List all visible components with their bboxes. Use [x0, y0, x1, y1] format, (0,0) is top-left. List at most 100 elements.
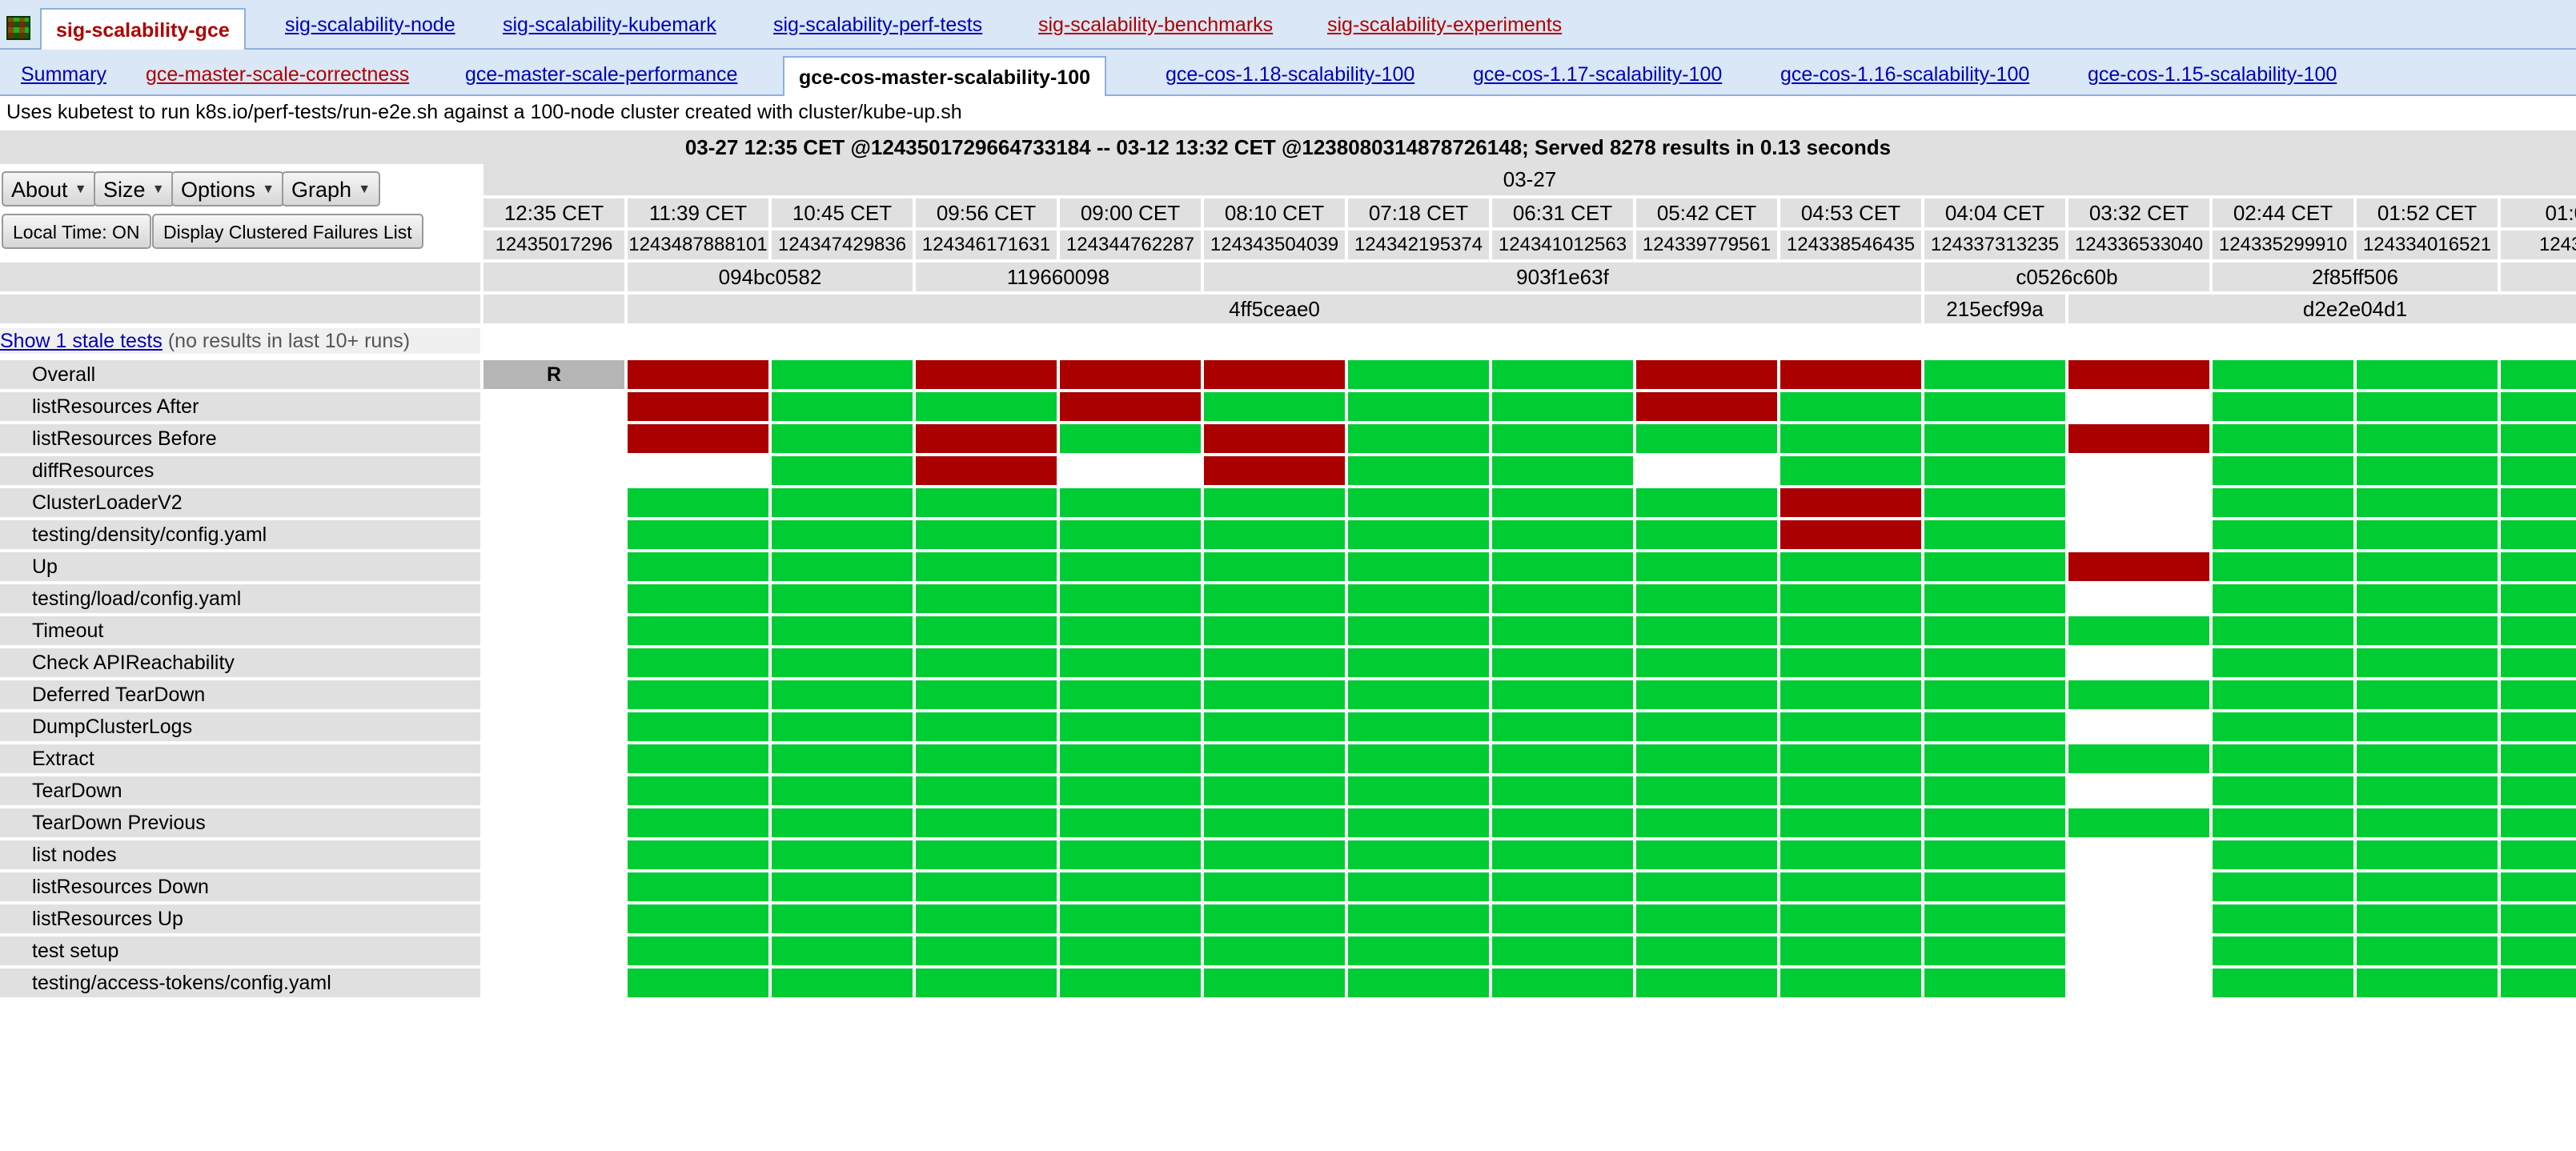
test-result-pass[interactable] — [1060, 808, 1201, 837]
test-result-pass[interactable] — [1204, 904, 1345, 933]
test-name[interactable]: Deferred TearDown — [0, 680, 480, 709]
test-result-pass[interactable] — [2213, 360, 2353, 389]
test-result-pass[interactable] — [1060, 744, 1201, 773]
test-result-fail[interactable] — [1204, 456, 1345, 485]
test-result-pass[interactable] — [1780, 776, 1921, 805]
test-result-pass[interactable] — [2501, 969, 2576, 997]
test-result-pass[interactable] — [2357, 776, 2498, 805]
test-result-pass[interactable] — [1204, 616, 1345, 645]
test-result-pass[interactable] — [2357, 552, 2498, 581]
test-result-pass[interactable] — [1060, 616, 1201, 645]
test-name[interactable]: test setup — [0, 936, 480, 965]
test-result-pass[interactable] — [2213, 520, 2353, 549]
test-result-pass[interactable] — [772, 456, 913, 485]
dashboard-tab-gce-cos-1.15-scalability-100[interactable]: gce-cos-1.15-scalability-100 — [2088, 63, 2337, 86]
local-time-toggle[interactable]: Local Time: ON — [2, 214, 151, 249]
test-result-pass[interactable] — [772, 840, 913, 869]
test-result-pass[interactable] — [1492, 776, 1633, 805]
options-menu[interactable]: Options ▼ — [171, 171, 285, 207]
test-result-pass[interactable] — [1636, 552, 1777, 581]
test-result-pass[interactable] — [1348, 776, 1489, 805]
column-build-id[interactable]: 12435017296 — [484, 231, 624, 259]
test-result-pass[interactable] — [916, 969, 1057, 997]
test-result-fail[interactable] — [1780, 520, 1921, 549]
test-result-pass[interactable] — [2501, 424, 2576, 453]
test-result-pass[interactable] — [1924, 840, 2065, 869]
test-result-pass[interactable] — [1204, 520, 1345, 549]
test-result-pass[interactable] — [2213, 392, 2353, 421]
test-result-pass[interactable] — [2213, 776, 2353, 805]
test-name[interactable]: testing/load/config.yaml — [0, 584, 480, 613]
test-result-pass[interactable] — [1636, 584, 1777, 613]
test-result-pass[interactable] — [2501, 648, 2576, 677]
test-result-pass[interactable] — [1348, 488, 1489, 517]
test-result-pass[interactable] — [1348, 969, 1489, 997]
test-result-pass[interactable] — [1924, 488, 2065, 517]
test-result-pass[interactable] — [772, 744, 913, 773]
test-result-pass[interactable] — [1636, 488, 1777, 517]
test-result-pass[interactable] — [1924, 776, 2065, 805]
test-result-pass[interactable] — [916, 776, 1057, 805]
test-result-pass[interactable] — [628, 648, 768, 677]
test-result-pass[interactable] — [1780, 969, 1921, 997]
test-result-pass[interactable] — [2213, 969, 2353, 997]
test-result-pass[interactable] — [772, 392, 913, 421]
test-result-fail[interactable] — [1780, 360, 1921, 389]
test-result-pass[interactable] — [2501, 776, 2576, 805]
test-result-pass[interactable] — [628, 584, 768, 613]
test-result-pass[interactable] — [2357, 936, 2498, 965]
test-result-pass[interactable] — [2357, 456, 2498, 485]
test-result-fail[interactable] — [1060, 392, 1201, 421]
test-result-pass[interactable] — [1204, 680, 1345, 709]
test-result-pass[interactable] — [628, 872, 768, 901]
show-stale-tests-link[interactable]: Show 1 stale tests — [0, 330, 163, 352]
test-name[interactable]: diffResources — [0, 456, 480, 485]
test-result-pass[interactable] — [1924, 616, 2065, 645]
group-tab-sig-scalability-node[interactable]: sig-scalability-node — [285, 14, 455, 37]
test-result-pass[interactable] — [772, 776, 913, 805]
test-result-pass[interactable] — [916, 488, 1057, 517]
column-build-id[interactable]: 124342195374 — [1348, 231, 1489, 259]
test-name[interactable]: listResources Before — [0, 424, 480, 453]
column-build-id[interactable]: 124347429836 — [772, 231, 913, 259]
test-result-pass[interactable] — [772, 648, 913, 677]
test-result-pass[interactable] — [2357, 808, 2498, 837]
test-result-pass[interactable] — [1492, 360, 1633, 389]
test-result-pass[interactable] — [1492, 680, 1633, 709]
test-result-pass[interactable] — [1924, 712, 2065, 741]
test-result-pass[interactable] — [1924, 552, 2065, 581]
test-result-pass[interactable] — [1780, 904, 1921, 933]
test-result-pass[interactable] — [1924, 392, 2065, 421]
test-result-pass[interactable] — [1204, 552, 1345, 581]
test-result-pass[interactable] — [2213, 616, 2353, 645]
test-result-fail[interactable] — [1636, 392, 1777, 421]
test-result-pass[interactable] — [772, 552, 913, 581]
test-result-pass[interactable] — [1204, 840, 1345, 869]
test-result-pass[interactable] — [1636, 969, 1777, 997]
test-result-pass[interactable] — [1348, 584, 1489, 613]
test-result-pass[interactable] — [1780, 872, 1921, 901]
test-result-pass[interactable] — [1780, 392, 1921, 421]
test-result-pass[interactable] — [1636, 808, 1777, 837]
test-result-pass[interactable] — [1780, 616, 1921, 645]
test-result-pass[interactable] — [1780, 424, 1921, 453]
test-name[interactable]: TearDown — [0, 776, 480, 805]
test-name[interactable]: ClusterLoaderV2 — [0, 488, 480, 517]
test-result-pass[interactable] — [1636, 904, 1777, 933]
test-result-pass[interactable] — [772, 488, 913, 517]
group-tab-sig-scalability-kubemark[interactable]: sig-scalability-kubemark — [503, 14, 716, 37]
test-result-fail[interactable] — [1204, 424, 1345, 453]
test-result-pass[interactable] — [1636, 744, 1777, 773]
test-name[interactable]: testing/density/config.yaml — [0, 520, 480, 549]
test-result-pass[interactable] — [1060, 680, 1201, 709]
test-result-pass[interactable] — [1636, 648, 1777, 677]
test-result-pass[interactable] — [1492, 712, 1633, 741]
test-result-pass[interactable] — [2501, 360, 2576, 389]
test-result-fail[interactable] — [916, 424, 1057, 453]
column-build-id[interactable]: 124338546435 — [1780, 231, 1921, 259]
test-result-pass[interactable] — [1636, 680, 1777, 709]
test-name[interactable]: listResources After — [0, 392, 480, 421]
test-result-pass[interactable] — [1348, 808, 1489, 837]
test-result-pass[interactable] — [2213, 424, 2353, 453]
test-result-pass[interactable] — [2213, 456, 2353, 485]
